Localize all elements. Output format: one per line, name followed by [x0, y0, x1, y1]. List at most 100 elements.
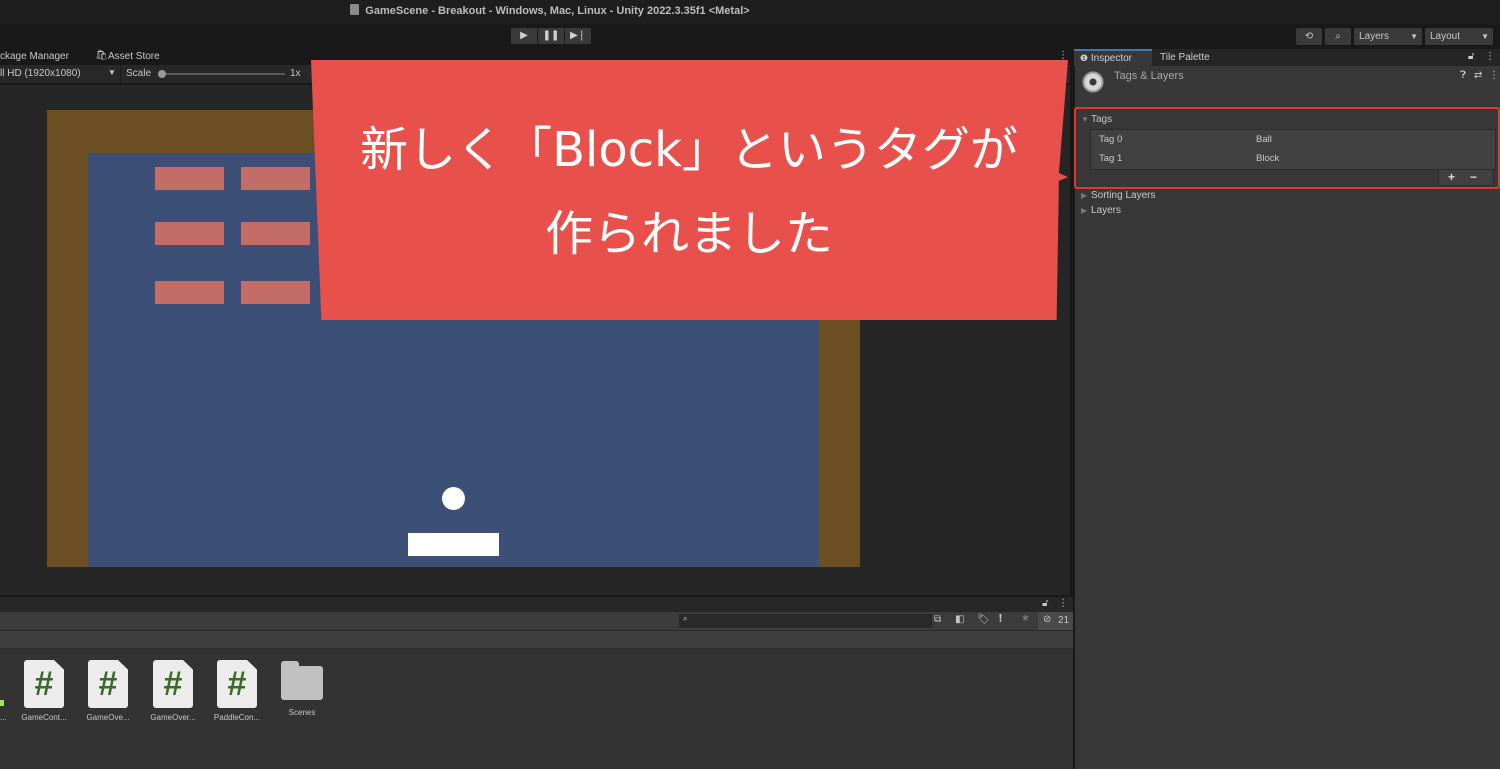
- tab-asset-store[interactable]: Asset Store: [108, 51, 160, 62]
- chevron-down-icon: ▼: [1410, 32, 1418, 41]
- issues-icon[interactable]: ❗︎: [999, 613, 1002, 626]
- step-button[interactable]: ▶❘: [565, 28, 591, 44]
- folder-icon: [281, 661, 323, 700]
- info-icon: ❶: [1080, 53, 1089, 63]
- partial-asset-icon[interactable]: [0, 700, 4, 706]
- tags-add-remove-footer: + −: [1438, 170, 1494, 186]
- brick: [241, 281, 310, 304]
- search-icon: ⌕: [1335, 31, 1341, 42]
- tab-inspector[interactable]: ❶ Inspector: [1074, 49, 1152, 66]
- tag-name: Tag 1: [1099, 153, 1123, 164]
- asset-label: GameOve...: [86, 713, 130, 722]
- brick: [241, 222, 310, 245]
- asset-item[interactable]: Scenes: [270, 660, 334, 717]
- callout-line-1: 新しく「Block」というタグが: [360, 122, 1018, 178]
- play-controls: ▶ ❚❚ ▶❘: [511, 28, 591, 44]
- filter-by-label-icon[interactable]: 🏷︎: [977, 614, 990, 625]
- more-menu-icon[interactable]: ⋮: [1485, 51, 1495, 62]
- step-icon: ▶❘: [569, 30, 587, 41]
- asset-label: GameCont...: [21, 713, 67, 722]
- inspector-header-title: Tags & Layers: [1114, 70, 1184, 82]
- remove-tag-button[interactable]: −: [1470, 170, 1477, 184]
- more-menu-icon[interactable]: ⋮: [1058, 598, 1068, 609]
- layout-dropdown[interactable]: Layout ▼: [1425, 28, 1493, 45]
- document-icon: [350, 4, 360, 15]
- lock-icon[interactable]: 🔓︎: [1042, 598, 1048, 609]
- brick: [155, 281, 224, 304]
- window-title-text: GameScene - Breakout - Windows, Mac, Lin…: [365, 5, 750, 17]
- add-tag-button[interactable]: +: [1448, 170, 1455, 184]
- pause-button[interactable]: ❚❚: [538, 28, 564, 44]
- tag-value-field[interactable]: Ball: [1256, 134, 1272, 145]
- asset-label: GameOver...: [150, 713, 196, 722]
- more-menu-icon[interactable]: ⋮: [1489, 70, 1499, 81]
- asset-item[interactable]: # GameOver...: [141, 660, 205, 722]
- tab-package-manager[interactable]: ckage Manager: [0, 51, 69, 62]
- play-icon: ▶: [520, 30, 528, 41]
- brick: [241, 167, 310, 190]
- tag-name: Tag 0: [1099, 134, 1123, 145]
- tag-value-field[interactable]: Block: [1256, 153, 1279, 164]
- tags-section-label[interactable]: Tags: [1091, 114, 1112, 125]
- bag-icon: 🛍: [95, 50, 108, 61]
- favorites-star-icon[interactable]: ★: [1021, 613, 1030, 624]
- search-icon: ⌕: [683, 614, 688, 623]
- partial-asset-label: ...: [0, 713, 7, 722]
- asset-item[interactable]: # GameCont...: [12, 660, 76, 722]
- hidden-packages-toggle[interactable]: ⊘ 21: [1038, 612, 1073, 630]
- csharp-script-icon: #: [88, 660, 128, 708]
- search-button[interactable]: ⌕: [1325, 28, 1351, 45]
- asset-label: PaddleCon...: [213, 713, 261, 722]
- layers-dropdown[interactable]: Layers ▼: [1354, 28, 1422, 45]
- layers-foldout-arrow-icon[interactable]: ▶: [1081, 206, 1087, 215]
- gear-icon: [1081, 70, 1105, 94]
- sorting-layers-section-label[interactable]: Sorting Layers: [1091, 190, 1155, 201]
- asset-item[interactable]: # GameOve...: [76, 660, 140, 722]
- layers-section-label[interactable]: Layers: [1091, 205, 1121, 216]
- annotation-callout-text: 新しく「Block」というタグが 作られました: [310, 108, 1068, 276]
- tag-row[interactable]: Tag 0 Ball: [1091, 130, 1495, 150]
- asset-label: Scenes: [288, 708, 316, 717]
- csharp-script-icon: #: [217, 660, 257, 708]
- history-button[interactable]: ⟲: [1296, 28, 1322, 45]
- layers-dropdown-label: Layers: [1359, 31, 1390, 42]
- search-scope-icon[interactable]: ⧉: [934, 614, 941, 625]
- scale-value: 1x: [290, 68, 301, 79]
- chevron-down-icon: ▼: [1481, 32, 1489, 41]
- paddle: [408, 533, 499, 556]
- tags-list: Tag 0 Ball Tag 1 Block: [1090, 129, 1496, 170]
- sorting-layers-foldout-arrow-icon[interactable]: ▶: [1081, 191, 1087, 200]
- project-toolbar: ⌕ ⧉ ◧ 🏷︎ ❗︎ ★ ⊘ 21: [0, 612, 1073, 631]
- scale-label: Scale: [126, 68, 152, 79]
- tag-row[interactable]: Tag 1 Block: [1091, 149, 1495, 169]
- divider: [120, 65, 121, 83]
- project-search-input[interactable]: ⌕: [679, 614, 932, 628]
- tab-tile-palette[interactable]: Tile Palette: [1154, 49, 1216, 66]
- layout-dropdown-label: Layout: [1430, 31, 1461, 42]
- csharp-script-icon: #: [24, 660, 64, 708]
- hidden-count: 21: [1058, 615, 1070, 626]
- more-menu-icon[interactable]: ⋮: [1058, 50, 1068, 61]
- history-icon: ⟲: [1304, 31, 1314, 42]
- help-icon[interactable]: ❓︎: [1460, 70, 1466, 81]
- tags-foldout-arrow-icon[interactable]: ▼: [1081, 115, 1089, 124]
- callout-line-2: 作られました: [544, 206, 833, 262]
- lock-icon[interactable]: 🔓︎: [1468, 51, 1474, 62]
- asset-item[interactable]: # PaddleCon...: [205, 660, 269, 722]
- scale-slider-handle[interactable]: [158, 70, 166, 78]
- ball: [442, 487, 465, 510]
- window-title: GameScene - Breakout - Windows, Mac, Lin…: [0, 4, 1100, 17]
- resolution-dropdown[interactable]: ll HD (1920x1080): [0, 68, 81, 79]
- project-panel-header: 🔓︎ ⋮: [0, 596, 1073, 612]
- tab-inspector-label: Inspector: [1090, 53, 1132, 64]
- csharp-script-icon: #: [153, 660, 193, 708]
- tab-tile-palette-label: Tile Palette: [1160, 52, 1210, 63]
- project-breadcrumb-bar: [0, 631, 1073, 649]
- inspector-tabs: ❶ Inspector Tile Palette 🔓︎ ⋮: [1074, 49, 1500, 66]
- filter-by-type-icon[interactable]: ◧: [955, 614, 964, 625]
- brick: [155, 167, 224, 190]
- play-button[interactable]: ▶: [511, 28, 537, 44]
- chevron-down-icon: ▼: [108, 68, 116, 77]
- scale-slider[interactable]: [158, 70, 285, 78]
- presets-icon[interactable]: ⇄: [1474, 70, 1482, 81]
